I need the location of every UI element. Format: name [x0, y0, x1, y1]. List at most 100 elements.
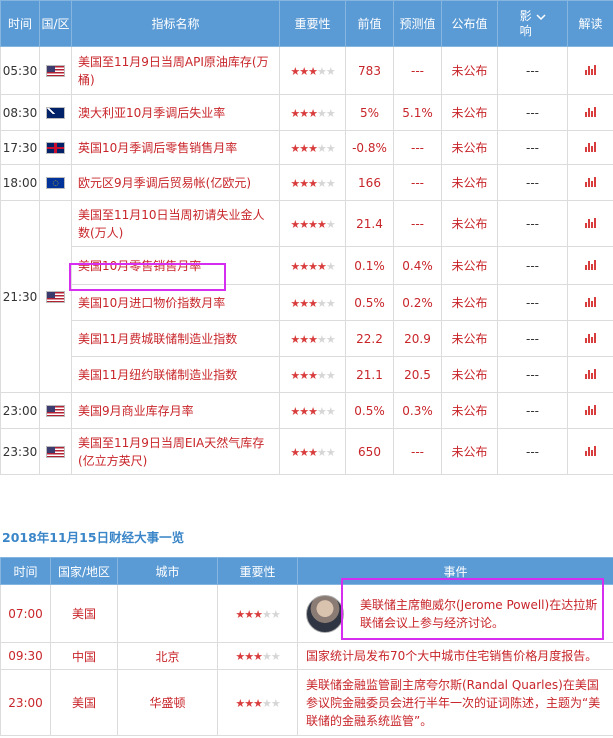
bar-chart-icon: [585, 296, 596, 307]
indicator-name[interactable]: 美国10月零售销售月率: [71, 246, 280, 285]
indicator-name[interactable]: 澳大利亚10月季调后失业率: [71, 94, 280, 131]
indicator-name[interactable]: 美国至11月10日当周初请失业金人数(万人): [71, 200, 280, 247]
col-actual: 公布值: [441, 0, 498, 47]
row-impact: ---: [497, 356, 568, 393]
row-forecast: ---: [393, 200, 442, 247]
event-city: 北京: [117, 642, 218, 670]
event-time: 09:30: [0, 642, 51, 670]
indicator-name[interactable]: 美国11月纽约联储制造业指数: [71, 356, 280, 393]
analysis-chart-button[interactable]: [567, 246, 613, 285]
row-impact: ---: [497, 320, 568, 357]
analysis-chart-button[interactable]: [567, 164, 613, 201]
row-forecast: 0.4%: [393, 246, 442, 285]
row-importance: ★★★★★: [279, 200, 346, 247]
row-previous: 21.1: [345, 356, 394, 393]
row-forecast: 20.5: [393, 356, 442, 393]
events-section-title: 2018年11月15日财经大事一览: [2, 530, 185, 545]
event-country: 美国: [50, 669, 118, 736]
row-time: 23:00: [0, 392, 40, 429]
col-region: 国/区: [39, 0, 72, 47]
row-actual: 未公布: [441, 130, 498, 165]
table-row: 美国10月进口物价指数月率 ★★★★★ 0.5% 0.2% 未公布 ---: [1, 284, 613, 321]
table-row: 美国11月纽约联储制造业指数 ★★★★★ 21.1 20.5 未公布 ---: [1, 356, 613, 393]
analysis-chart-button[interactable]: [567, 356, 613, 393]
indicator-name[interactable]: 美国11月费城联储制造业指数: [71, 320, 280, 357]
importance-stars: ★★★★★: [290, 368, 335, 382]
event-country: 美国: [50, 584, 118, 643]
row-impact: ---: [497, 392, 568, 429]
indicator-name[interactable]: 美国9月商业库存月率: [71, 392, 280, 429]
row-flag: ◌: [39, 164, 72, 201]
indicator-name[interactable]: 美国10月进口物价指数月率: [71, 284, 280, 321]
importance-stars: ★★★★★: [290, 217, 335, 231]
row-impact: ---: [497, 46, 568, 95]
row-previous: 21.4: [345, 200, 394, 247]
event-country: 中国: [50, 642, 118, 670]
bar-chart-icon: [585, 368, 596, 379]
table-row: 17:30 英国10月季调后零售销售月率 ★★★★★ -0.8% --- 未公布 ---: [0, 130, 613, 165]
row-impact: ---: [497, 200, 568, 247]
indicator-name[interactable]: 欧元区9月季调后贸易帐(亿欧元): [71, 164, 280, 201]
analysis-chart-button[interactable]: [567, 320, 613, 357]
row-importance: ★★★★★: [279, 164, 346, 201]
bar-chart-icon: [585, 332, 596, 343]
event-importance: ★★★★★: [217, 642, 298, 670]
importance-stars: ★★★★★: [290, 106, 335, 120]
analysis-chart-button[interactable]: [567, 200, 613, 247]
row-time: 08:30: [0, 94, 40, 131]
row-actual: 未公布: [441, 356, 498, 393]
event-description: 美联储主席鲍威尔(Jerome Powell)在达拉斯联储会议上参与经济讨论。: [297, 584, 613, 643]
col-impact-dropdown[interactable]: 影响: [497, 0, 568, 47]
row-previous: 650: [345, 428, 394, 475]
event-city: [117, 584, 218, 643]
row-previous: 0.5%: [345, 392, 394, 429]
row-importance: ★★★★★: [279, 246, 346, 285]
row-actual: 未公布: [441, 320, 498, 357]
table-row: 08:30 澳大利亚10月季调后失业率 ★★★★★ 5% 5.1% 未公布 ---: [0, 94, 613, 131]
ev-col-time: 时间: [0, 557, 51, 585]
analysis-chart-button[interactable]: [567, 428, 613, 475]
events-table: 时间 国家/地区 城市 重要性 事件 07:00 美国 ★★★★★ 美联储主席鲍威尔(…: [0, 557, 613, 736]
table-row: 23:00 美国9月商业库存月率 ★★★★★ 0.5% 0.3% 未公布 ---: [0, 392, 613, 429]
row-forecast: ---: [393, 46, 442, 95]
row-time: 23:30: [0, 428, 40, 475]
chevron-down-icon: [536, 13, 546, 20]
indicator-name[interactable]: 美国至11月9日当周EIA天然气库存(亿立方英尺): [71, 428, 280, 475]
importance-stars: ★★★★★: [290, 64, 335, 78]
analysis-chart-button[interactable]: [567, 130, 613, 165]
bar-chart-icon: [585, 176, 596, 187]
uk-flag-icon: [46, 142, 65, 154]
row-actual: 未公布: [441, 200, 498, 247]
col-time: 时间: [0, 0, 40, 47]
row-flag: [39, 392, 72, 429]
row-impact: ---: [497, 428, 568, 475]
row-previous: 5%: [345, 94, 394, 131]
row-actual: 未公布: [441, 392, 498, 429]
importance-stars: ★★★★★: [235, 650, 280, 663]
row-impact: ---: [497, 164, 568, 201]
analysis-chart-button[interactable]: [567, 392, 613, 429]
analysis-chart-button[interactable]: [567, 284, 613, 321]
row-impact: ---: [497, 246, 568, 285]
row-flag: [39, 200, 72, 393]
avatar: [306, 594, 344, 633]
event-importance: ★★★★★: [217, 669, 298, 736]
au-flag-icon: [46, 107, 65, 119]
ev-col-city: 城市: [117, 557, 218, 585]
row-flag: [39, 428, 72, 475]
event-importance: ★★★★★: [217, 584, 298, 643]
event-time: 07:00: [0, 584, 51, 643]
importance-stars: ★★★★★: [235, 607, 280, 621]
table-row: 07:00 美国 ★★★★★ 美联储主席鲍威尔(Jerome Powell)在达拉斯联…: [0, 584, 613, 643]
table-row: 美国10月零售销售月率 ★★★★★ 0.1% 0.4% 未公布 ---: [1, 246, 613, 285]
bar-chart-icon: [585, 64, 596, 75]
analysis-chart-button[interactable]: [567, 46, 613, 95]
analysis-chart-button[interactable]: [567, 94, 613, 131]
importance-stars: ★★★★★: [290, 445, 335, 459]
importance-stars: ★★★★★: [290, 404, 335, 418]
indicator-name[interactable]: 美国至11月9日当周API原油库存(万桶): [71, 46, 280, 95]
row-actual: 未公布: [441, 284, 498, 321]
bar-chart-icon: [585, 445, 596, 456]
indicator-name[interactable]: 英国10月季调后零售销售月率: [71, 130, 280, 165]
us-flag-icon: [46, 405, 65, 417]
